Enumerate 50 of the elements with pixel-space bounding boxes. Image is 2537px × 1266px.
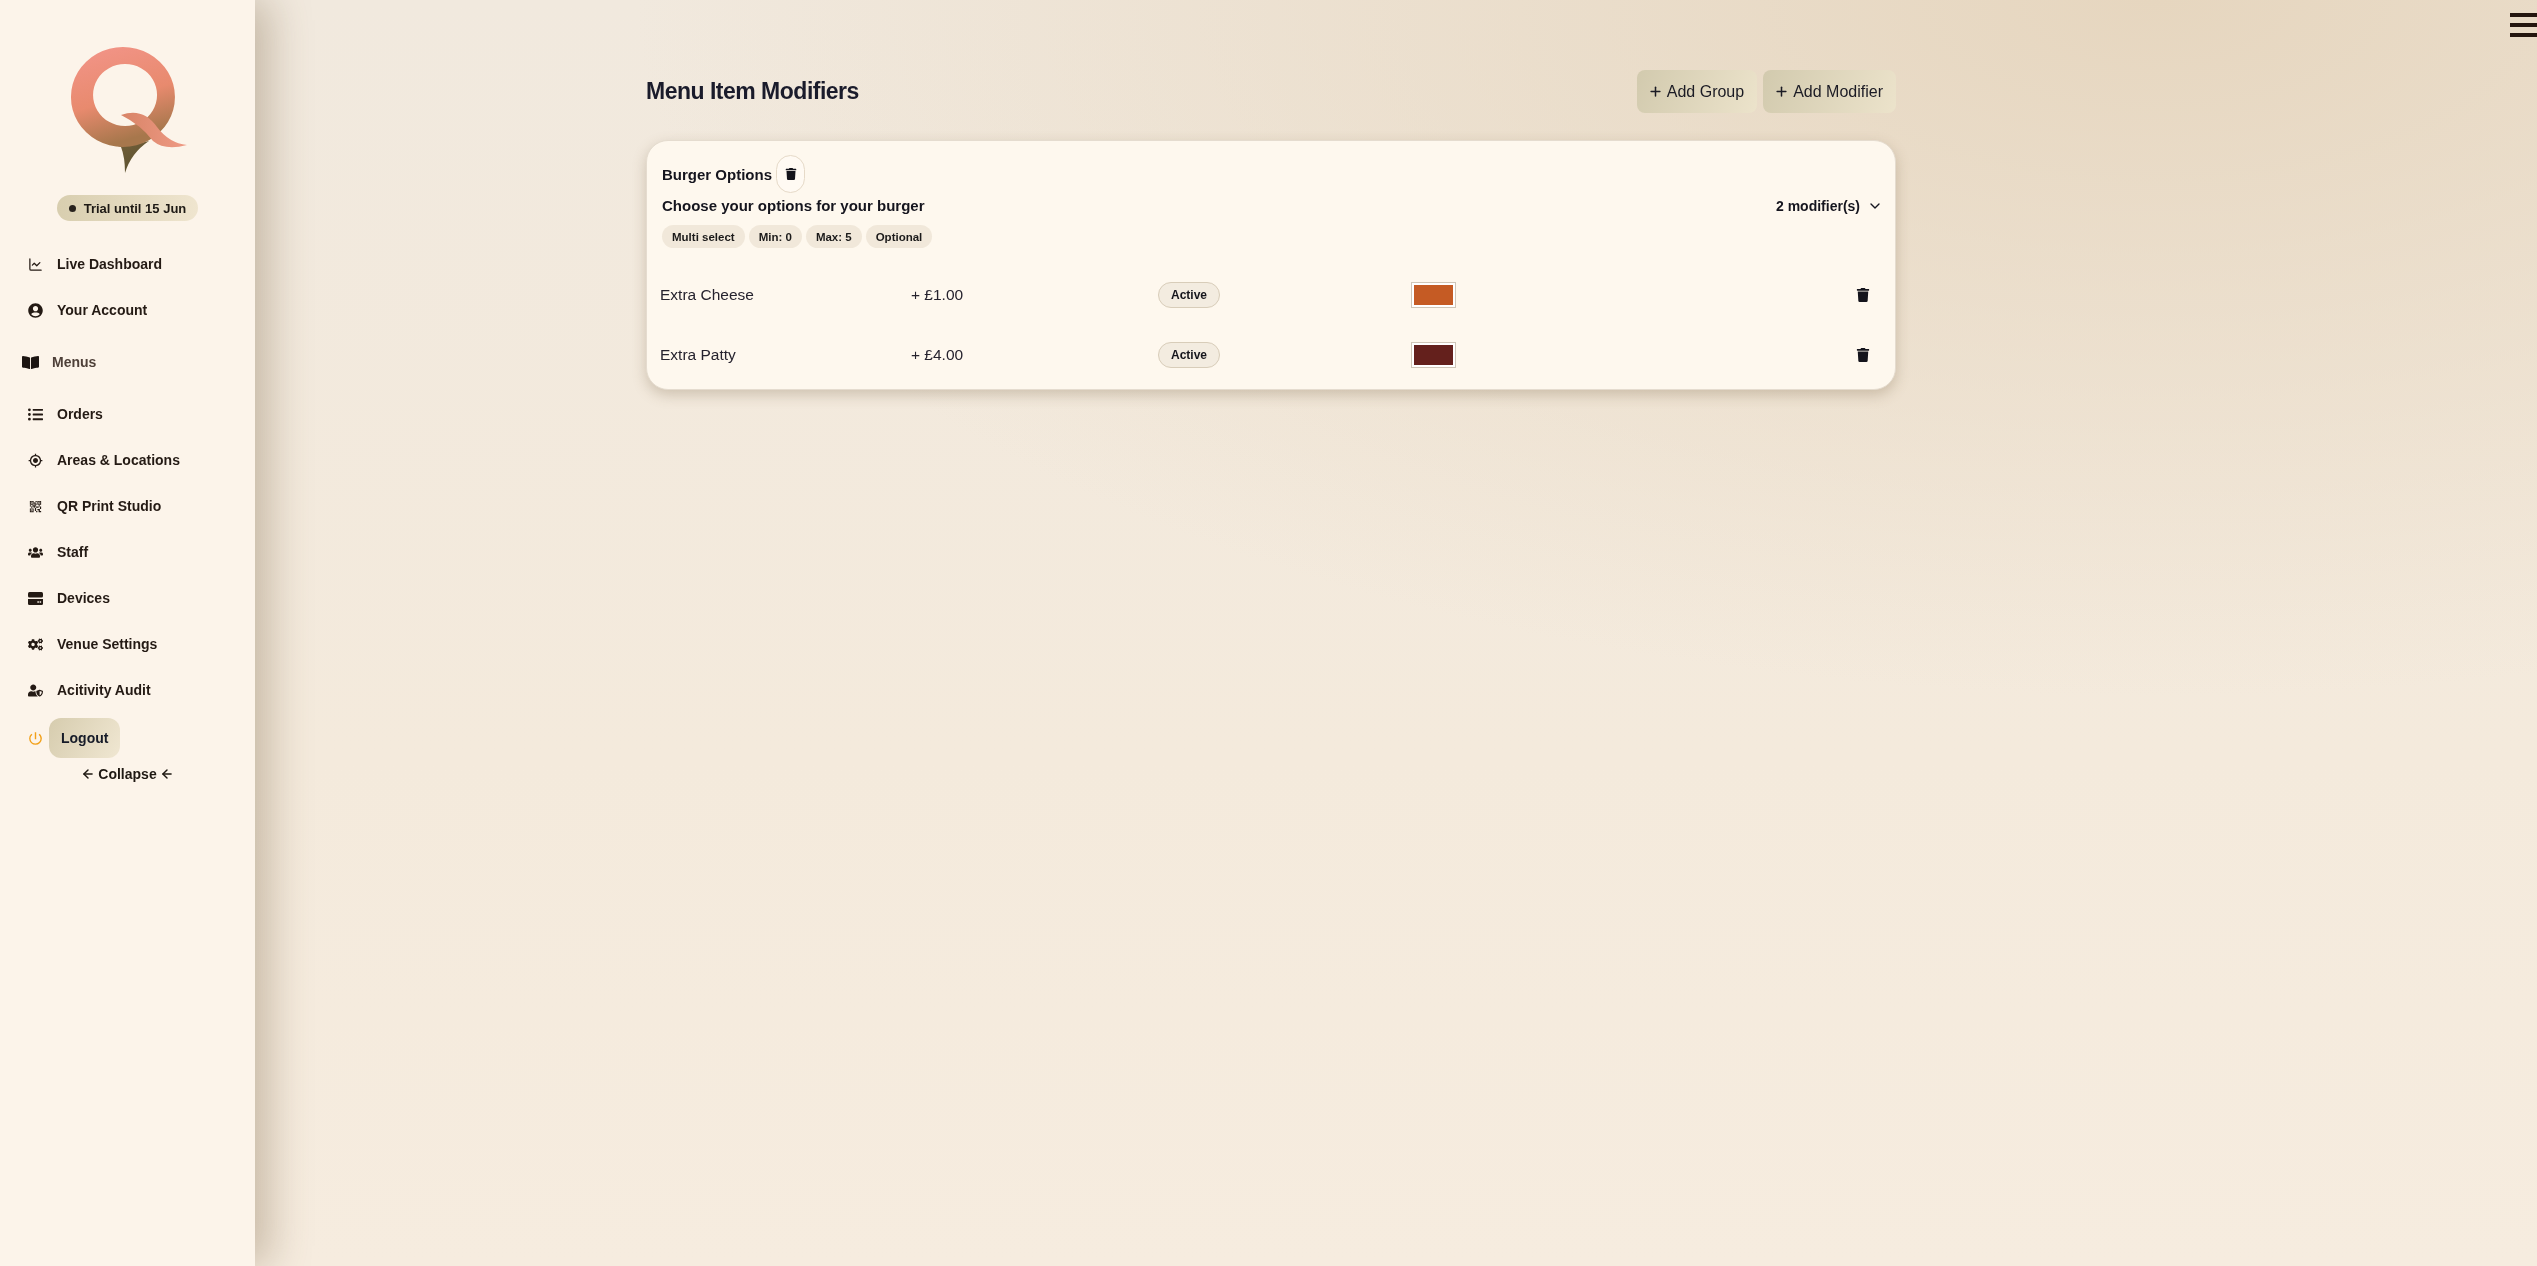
crosshair-icon <box>28 452 43 468</box>
sidebar-item[interactable]: Live Dashboard <box>28 252 163 276</box>
trial-badge-text: Trial until 15 Jun <box>83 200 187 216</box>
sidebar-item[interactable]: Your Account <box>28 298 148 322</box>
user-shield-icon <box>28 682 43 698</box>
modifier-name: Extra Cheese <box>660 286 754 304</box>
trash-icon <box>1856 348 1870 362</box>
people-icon <box>28 544 43 560</box>
plus-icon <box>1774 84 1790 99</box>
setting-tag: Min: 0 <box>748 225 802 248</box>
modifier-price: + £4.00 <box>911 346 964 364</box>
logout-button[interactable]: Logout <box>49 718 121 758</box>
open-book-icon <box>22 353 39 371</box>
modifier-count-toggle[interactable]: 2 modifier(s) <box>1776 197 1883 214</box>
sidebar-item[interactable]: Acitivity Audit <box>28 678 151 702</box>
trash-icon <box>1856 288 1870 302</box>
arrow-left-icon <box>81 767 96 781</box>
trash-icon <box>784 168 797 180</box>
status-tag: Active <box>1158 342 1221 368</box>
modifier-price: + £1.00 <box>911 286 964 304</box>
sidebar-item[interactable]: Orders <box>28 402 103 426</box>
qr-code-icon <box>28 498 43 514</box>
sidebar-item[interactable]: Areas & Locations <box>28 448 180 472</box>
status-dot-icon <box>68 204 76 212</box>
group-description: Choose your options for your burger <box>662 197 925 214</box>
sidebar-item[interactable]: Venue Settings <box>28 632 158 656</box>
status-tag: Active <box>1158 282 1221 308</box>
setting-tag: Optional <box>865 225 933 248</box>
menu-icon[interactable] <box>2510 13 2537 37</box>
sidebar-item[interactable]: Menus <box>22 350 97 374</box>
delete-group-button[interactable] <box>776 155 805 193</box>
add-button[interactable]: Add Modifier <box>1763 70 1896 113</box>
gears-icon <box>28 636 43 652</box>
delete-modifier-button[interactable] <box>1856 288 1870 302</box>
delete-modifier-button[interactable] <box>1856 348 1870 362</box>
sidebar-item[interactable]: Staff <box>28 540 89 564</box>
page-title: Menu Item Modifiers <box>646 78 859 105</box>
server-icon <box>28 590 43 606</box>
arrow-left-icon <box>159 767 174 781</box>
group-title: Burger Options <box>662 165 772 183</box>
list-icon <box>28 406 43 422</box>
add-button[interactable]: Add Group <box>1636 70 1758 113</box>
setting-tag: Multi select <box>662 225 745 248</box>
sidebar-item[interactable]: Devices <box>28 586 110 610</box>
modifier-name: Extra Patty <box>660 346 736 364</box>
setting-tag: Max: 5 <box>805 225 862 248</box>
collapse-button[interactable]: Collapse <box>81 762 174 786</box>
line-chart-icon <box>28 256 43 272</box>
plus-icon <box>1647 84 1663 99</box>
sidebar-item[interactable]: QR Print Studio <box>28 494 162 518</box>
